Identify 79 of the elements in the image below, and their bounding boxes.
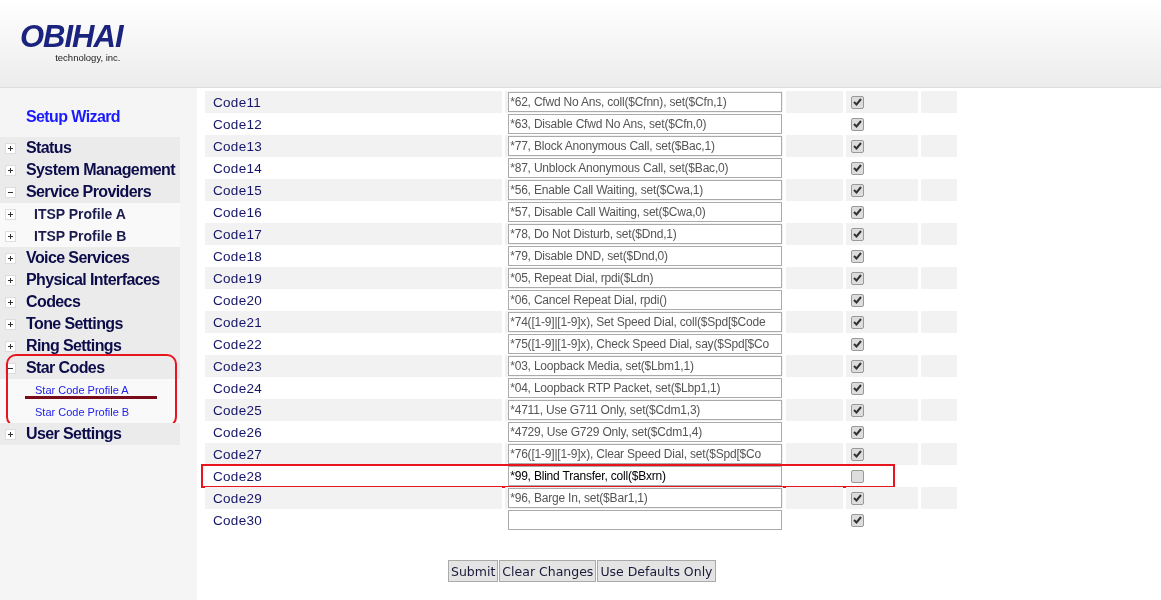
row-label: Code26 (212, 423, 264, 442)
checkbox[interactable] (851, 359, 865, 373)
row-label: Code20 (212, 291, 264, 310)
checkbox[interactable] (851, 227, 865, 241)
logo: OBIHAI (20, 22, 123, 52)
form-button[interactable]: Clear Changes (499, 560, 597, 582)
text-field[interactable]: *87, Unblock Anonymous Call, set($Bac,0) (508, 158, 783, 178)
row-label: Code15 (205, 179, 503, 201)
text-field[interactable]: *06, Cancel Repeat Dial, rpdi() (508, 290, 783, 310)
row-label: Code21 (205, 311, 503, 333)
text-field[interactable]: *74([1-9]|[1-9]x), Set Speed Dial, coll($Spd[$Code (508, 312, 783, 332)
form-button[interactable]: Use Defaults Only (597, 560, 716, 582)
text-field[interactable]: *03, Loopback Media, set($Lbm1,1) (508, 356, 783, 376)
text-field[interactable]: *62, Cfwd No Ans, coll($Cfnn), set($Cfn,1) (508, 92, 783, 112)
text-field[interactable]: *79, Disable DND, set($Dnd,0) (508, 246, 783, 266)
text-field[interactable]: *05, Repeat Dial, rpdi($Ldn) (508, 268, 783, 288)
expand-icon[interactable] (5, 274, 16, 286)
row-label: Code11 (205, 91, 503, 113)
checkbox[interactable] (851, 117, 865, 131)
checkbox[interactable] (851, 139, 865, 153)
expand-icon[interactable] (5, 142, 16, 154)
row-label: Code30 (212, 511, 264, 530)
text-field[interactable] (508, 510, 783, 530)
text-field[interactable]: *4711, Use G711 Only, set($Cdm1,3) (508, 400, 783, 420)
checkbox[interactable] (851, 403, 865, 417)
row-label: Code23 (205, 355, 503, 377)
checkbox[interactable] (851, 205, 865, 219)
checkbox[interactable] (851, 315, 865, 329)
row-label: Code12 (212, 115, 264, 134)
text-field[interactable]: *99, Blind Transfer, coll($Bxrn) (508, 466, 783, 486)
checkbox[interactable] (851, 491, 865, 505)
text-field[interactable]: *96, Barge In, set($Bar1,1) (508, 488, 783, 508)
table-cell (785, 443, 844, 465)
row-label: Code22 (212, 335, 264, 354)
row-label: Code13 (205, 135, 503, 157)
checkbox[interactable] (851, 513, 865, 527)
form-button[interactable]: Submit (448, 560, 499, 582)
collapse-icon[interactable] (5, 186, 16, 198)
expand-icon[interactable] (5, 340, 16, 352)
logo-tagline: technology, inc. (55, 52, 121, 64)
checkbox[interactable] (851, 249, 865, 263)
expand-icon[interactable] (5, 164, 16, 176)
checkbox[interactable] (851, 425, 865, 439)
text-field[interactable]: *04, Loopback RTP Packet, set($Lbp1,1) (508, 378, 783, 398)
row-label: Code25 (205, 399, 503, 421)
expand-icon[interactable] (5, 208, 16, 220)
text-field[interactable]: *63, Disable Cfwd No Ans, set($Cfn,0) (508, 114, 783, 134)
expand-icon[interactable] (5, 428, 16, 440)
checkbox[interactable] (851, 381, 865, 395)
text-field[interactable]: *75([1-9]|[1-9]x), Check Speed Dial, say($Spd[$Co (508, 334, 783, 354)
row-label: Code24 (212, 379, 264, 398)
checkbox[interactable] (851, 469, 865, 483)
row-label: Code17 (205, 223, 503, 245)
checkbox[interactable] (851, 293, 865, 307)
expand-icon[interactable] (5, 318, 16, 330)
text-field[interactable]: *76([1-9]|[1-9]x), Clear Speed Dial, set($Spd[$Co (508, 444, 783, 464)
row-label: Code18 (212, 247, 264, 266)
text-field[interactable]: *4729, Use G729 Only, set($Cdm1,4) (508, 422, 783, 442)
table-cell (785, 487, 844, 509)
row-label: Code14 (212, 159, 264, 178)
checkbox[interactable] (851, 271, 865, 285)
expand-icon[interactable] (5, 230, 16, 242)
checkbox[interactable] (851, 161, 865, 175)
collapse-icon[interactable] (5, 362, 16, 374)
checkbox[interactable] (851, 337, 865, 351)
checkbox[interactable] (851, 183, 865, 197)
row-label: Code27 (205, 443, 503, 465)
checkbox[interactable] (851, 447, 865, 461)
checkbox[interactable] (851, 95, 865, 109)
expand-icon[interactable] (5, 296, 16, 308)
text-field[interactable]: *57, Disable Call Waiting, set($Cwa,0) (508, 202, 783, 222)
row-label: Code29 (205, 487, 503, 509)
expand-icon[interactable] (5, 252, 16, 264)
text-field[interactable]: *77, Block Anonymous Call, set($Bac,1) (508, 136, 783, 156)
row-label: Code16 (212, 203, 264, 222)
row-label: Code19 (205, 267, 503, 289)
text-field[interactable]: *78, Do Not Disturb, set($Dnd,1) (508, 224, 783, 244)
setup-wizard-link[interactable]: Setup Wizard (0, 108, 197, 126)
text-field[interactable]: *56, Enable Call Waiting, set($Cwa,1) (508, 180, 783, 200)
